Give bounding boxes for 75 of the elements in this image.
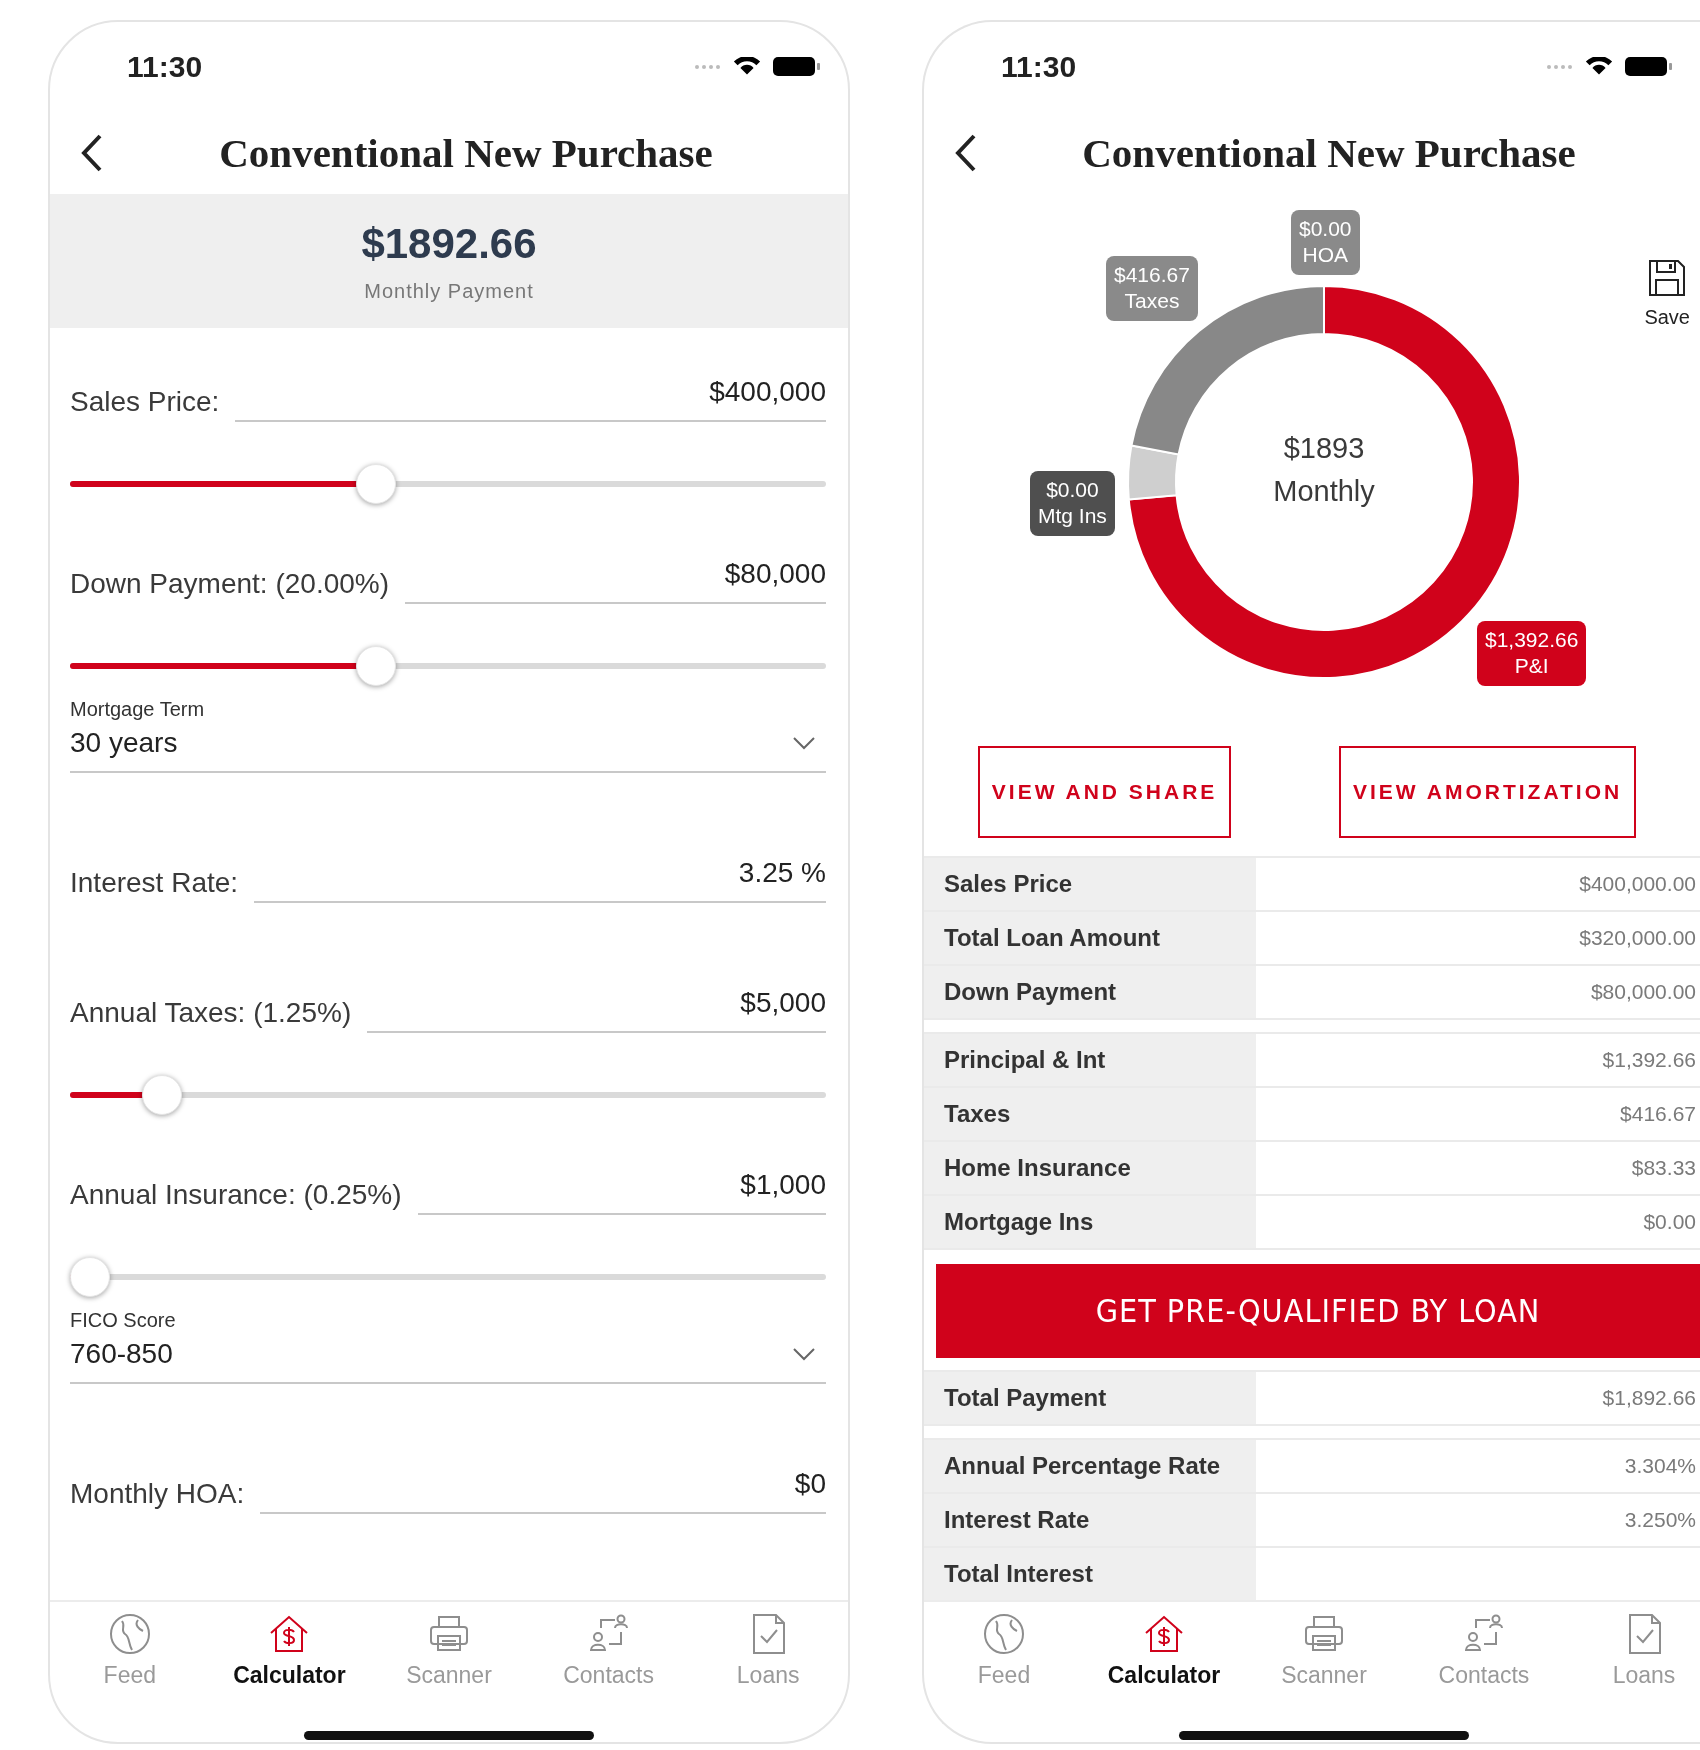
payment-label: Monthly Payment	[364, 279, 534, 303]
screen-title: Conventional New Purchase	[218, 129, 714, 177]
tab-item[interactable]: Calculator	[1084, 1602, 1244, 1698]
signal-icon	[1546, 64, 1574, 70]
outline-button[interactable]: VIEW AMORTIZATION	[1339, 746, 1637, 838]
table-cell-text: $83.33	[1630, 1155, 1697, 1181]
table-cell-text: 3.250%	[1623, 1507, 1697, 1533]
outline-button[interactable]: VIEW AND SHARE	[977, 746, 1232, 838]
wifi-icon	[732, 57, 762, 77]
slider[interactable]	[70, 1257, 826, 1297]
chevron-icon	[792, 1347, 816, 1361]
slider-thumb[interactable]	[70, 1257, 110, 1297]
table-cell: Principal & Int	[924, 1034, 1256, 1086]
table-cell-text: 3.304%	[1623, 1453, 1697, 1479]
globe-icon	[982, 1611, 1026, 1656]
slice-callout: $0.00 HOA	[1291, 210, 1360, 275]
back-icon[interactable]	[954, 133, 978, 173]
input-field[interactable]: $400,000	[235, 376, 826, 422]
table-cell-text: $320,000.00	[1578, 925, 1697, 951]
status-time: 11:30	[127, 50, 203, 84]
field-label: Annual Insurance: (0.25%)	[70, 1179, 402, 1212]
input-field[interactable]: 3.25 %	[254, 857, 826, 903]
slider[interactable]	[70, 646, 826, 686]
field-label: Monthly HOA:	[70, 1478, 245, 1511]
dropdown-field[interactable]: 30 years	[70, 727, 826, 773]
table-cell-text: $1,892.66	[1601, 1385, 1697, 1411]
field-label: Sales Price:	[70, 386, 220, 419]
table-cell-text: $416.67	[1619, 1101, 1697, 1127]
table-cell: Down Payment	[924, 966, 1256, 1018]
slider[interactable]	[70, 1075, 826, 1115]
screen-title: Conventional New Purchase	[1081, 129, 1577, 177]
chevron-icon	[792, 736, 816, 750]
table-cell: Sales Price	[924, 858, 1256, 910]
table-cell: Mortgage Ins	[924, 1196, 1256, 1248]
status-time: 11:30	[1001, 50, 1077, 84]
field-label: Down Payment: (20.00%)	[70, 568, 390, 601]
slider-thumb[interactable]	[356, 646, 397, 686]
globe-icon	[107, 1611, 152, 1656]
table-cell-text: $1,392.66	[1601, 1047, 1697, 1073]
wifi-icon	[1584, 57, 1614, 77]
input-field[interactable]: $0	[260, 1468, 826, 1514]
slider-thumb[interactable]	[141, 1075, 182, 1115]
input-field[interactable]: $1,000	[417, 1169, 826, 1215]
save-button[interactable]: Save	[1644, 258, 1690, 329]
table-cell-text: $80,000.00	[1589, 979, 1697, 1005]
signal-icon	[694, 64, 722, 70]
tab-item[interactable]: Calculator	[209, 1602, 370, 1698]
table-cell: Total Payment	[924, 1372, 1256, 1424]
slice-callout: $0.00 Mtg Ins	[1030, 471, 1115, 536]
field-label: Interest Rate:	[70, 867, 239, 900]
battery-icon	[1624, 57, 1672, 77]
center-amount: $1893	[1283, 432, 1365, 465]
slice-callout: $416.67 Taxes	[1106, 256, 1198, 321]
back-icon[interactable]	[80, 133, 104, 173]
prequalify-button[interactable]: GET PRE-QUALIFIED BY LOAN	[936, 1264, 1700, 1358]
input-field[interactable]: $80,000	[405, 558, 826, 604]
battery-icon	[772, 57, 820, 77]
slider-thumb[interactable]	[356, 464, 397, 504]
slider[interactable]	[70, 464, 826, 504]
table-cell: Home Insurance	[924, 1142, 1256, 1194]
table-cell: Total Loan Amount	[924, 912, 1256, 964]
table-cell: Annual Percentage Rate	[924, 1440, 1256, 1492]
table-cell: Total Interest	[924, 1548, 1256, 1600]
field-label: Annual Taxes: (1.25%)	[70, 997, 352, 1030]
center-label: Monthly	[1273, 475, 1375, 508]
slice-callout: $1,392.66 P&I	[1477, 621, 1587, 686]
payment-amount: $1892.66	[361, 219, 537, 268]
dropdown-field[interactable]: 760-850	[70, 1338, 826, 1384]
field-label: FICO Score	[70, 1309, 177, 1332]
table-cell-text: $400,000.00	[1578, 871, 1697, 897]
table-cell: Interest Rate	[924, 1494, 1256, 1546]
field-label: Mortgage Term	[70, 698, 206, 721]
table-cell: Taxes	[924, 1088, 1256, 1140]
table-cell-text: $0.00	[1642, 1209, 1697, 1235]
input-field[interactable]: $5,000	[367, 987, 826, 1033]
